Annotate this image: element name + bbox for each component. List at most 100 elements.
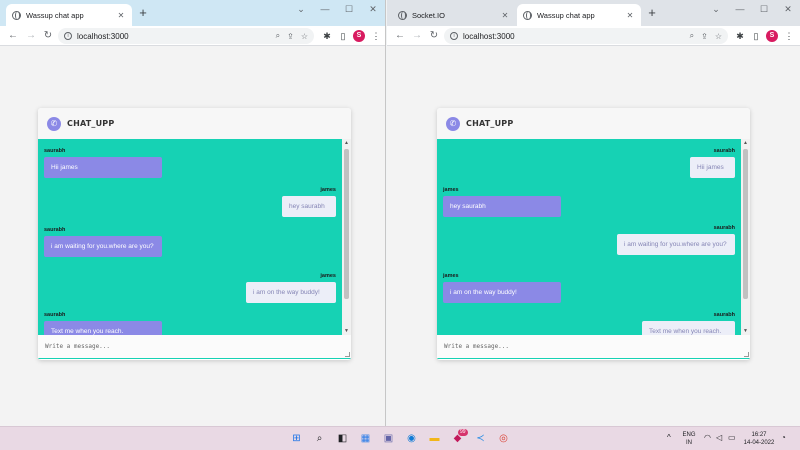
tab-close-icon[interactable]: ✕ [500,11,510,20]
notification-badge: 99 [458,429,468,436]
side-panel-icon[interactable]: ▯ [749,29,763,43]
resize-handle-icon[interactable] [744,352,749,357]
scroll-down-icon[interactable]: ▼ [342,327,351,335]
back-icon[interactable]: ← [393,29,407,43]
notification-bell-icon[interactable]: ◔ [781,433,786,442]
bookmark-star-icon[interactable]: ☆ [301,32,308,41]
message-list[interactable]: saurabh Hii james james hey saurabh saur… [38,139,351,335]
extensions-icon[interactable]: ✱ [733,29,747,43]
maximize-button[interactable]: ☐ [753,3,775,15]
phone-icon: ✆ [446,116,460,131]
chrome-icon[interactable]: ◎ [496,431,511,446]
scrollbar[interactable]: ▲ ▼ [342,139,351,335]
tab-close-icon[interactable]: ✕ [625,11,635,20]
reload-icon[interactable]: ↻ [41,29,55,43]
back-icon[interactable]: ← [6,29,20,43]
tab-label: Socket.IO [412,10,445,20]
resize-handle-icon[interactable] [345,352,350,357]
sender-name: saurabh [713,312,735,318]
tab-close-icon[interactable]: ✕ [116,11,126,20]
search-icon[interactable]: ⌕ [312,431,327,446]
tab-wassup-chat-app[interactable]: Wassup chat app ✕ [517,4,641,26]
menu-kebab-icon[interactable]: ⋮ [782,29,796,43]
date-label: 14-04-2022 [743,440,775,446]
volume-icon[interactable]: ◁ [716,433,722,442]
edge-icon[interactable]: ◉ [404,431,419,446]
scrollbar[interactable]: ▲ ▼ [741,139,750,335]
profile-avatar[interactable]: S [766,30,778,42]
battery-icon[interactable]: ▭ [728,433,736,442]
minimize-tab-list-icon[interactable]: ⌄ [290,3,312,15]
clock[interactable]: 16:27 14-04-2022 [742,431,776,447]
maximize-button[interactable]: ☐ [338,3,360,15]
new-tab-button[interactable]: + [136,5,150,21]
scroll-up-icon[interactable]: ▲ [342,139,351,147]
sender-name: saurabh [713,225,735,231]
message-item: james i am on the way buddy! [246,273,336,303]
message-input[interactable] [437,335,750,358]
message-item: james i am on the way buddy! [443,273,561,303]
tab-wassup-chat-app[interactable]: Wassup chat app ✕ [6,4,132,26]
extensions-icon[interactable]: ✱ [320,29,334,43]
url-text[interactable]: localhost:3000 [77,32,269,41]
zoom-icon[interactable]: ⌕ [276,31,280,41]
sender-name: saurabh [713,148,735,154]
message-bubble: Text me when you reach. [642,321,735,335]
vscode-icon[interactable]: ≺ [473,431,488,446]
profile-avatar[interactable]: S [353,30,365,42]
chat-header: ✆ CHAT_UPP [437,108,750,139]
message-item: saurabh i am waiting for you.where are y… [44,227,162,257]
share-icon[interactable]: ⇪ [287,32,294,41]
new-tab-button[interactable]: + [645,5,659,21]
tab-socket-io[interactable]: Socket.IO ✕ [392,4,516,26]
close-window-button[interactable]: ✕ [362,3,384,15]
chat-app-icon[interactable]: ▣ [381,431,396,446]
message-item: saurabh Text me when you reach. [642,312,735,335]
address-bar: ← → ↻ i localhost:3000 ⌕ ⇪ ☆ ✱ ▯ S ⋮ [387,26,800,46]
close-window-button[interactable]: ✕ [777,3,799,15]
language-indicator[interactable]: ENG IN [680,431,698,447]
browser-window-left: Wassup chat app ✕ + ⌄ — ☐ ✕ ← → ↻ i loca… [0,0,386,426]
share-icon[interactable]: ⇪ [701,32,708,41]
omnibox[interactable]: i localhost:3000 ⌕ ⇪ ☆ [444,28,728,44]
scroll-down-icon[interactable]: ▼ [741,327,750,335]
message-bubble: i am on the way buddy! [246,282,336,303]
region-label: IN [686,440,692,446]
zoom-icon[interactable]: ⌕ [690,31,694,41]
minimize-button[interactable]: — [314,3,336,15]
tab-label: Wassup chat app [537,10,595,20]
widgets-icon[interactable]: ▦ [358,431,373,446]
minimize-tab-list-icon[interactable]: ⌄ [705,3,727,15]
message-bubble: i am on the way buddy! [443,282,561,303]
chevron-up-icon[interactable]: ^ [667,433,671,442]
message-bubble: hey saurabh [282,196,336,217]
info-icon[interactable]: i [64,32,72,40]
scrollbar-thumb[interactable] [344,149,349,299]
forward-icon[interactable]: → [410,29,424,43]
url-text[interactable]: localhost:3000 [463,32,683,41]
forward-icon[interactable]: → [24,29,38,43]
file-explorer-icon[interactable]: ▬ [427,431,442,446]
menu-kebab-icon[interactable]: ⋮ [369,29,383,43]
message-list[interactable]: saurabh Hii james james hey saurabh saur… [437,139,750,335]
bookmark-star-icon[interactable]: ☆ [715,32,722,41]
sender-name: saurabh [44,148,66,154]
chat-header: ✆ CHAT_UPP [38,108,351,139]
side-panel-icon[interactable]: ▯ [336,29,350,43]
composer [437,335,750,359]
scroll-up-icon[interactable]: ▲ [741,139,750,147]
wifi-icon[interactable]: ◠ [704,433,711,442]
chat-title: CHAT_UPP [466,119,514,128]
message-input[interactable] [38,335,351,358]
task-view-icon[interactable]: ◧ [335,431,350,446]
sender-name: james [320,273,336,279]
sender-name: saurabh [44,312,66,318]
minimize-button[interactable]: — [729,3,751,15]
message-bubble: Text me when you reach. [44,321,162,335]
omnibox[interactable]: i localhost:3000 ⌕ ⇪ ☆ [58,28,314,44]
info-icon[interactable]: i [450,32,458,40]
reload-icon[interactable]: ↻ [427,29,441,43]
windows-start-icon[interactable]: ⊞ [289,431,304,446]
scrollbar-thumb[interactable] [743,149,748,299]
message-bubble: Hii james [44,157,162,178]
